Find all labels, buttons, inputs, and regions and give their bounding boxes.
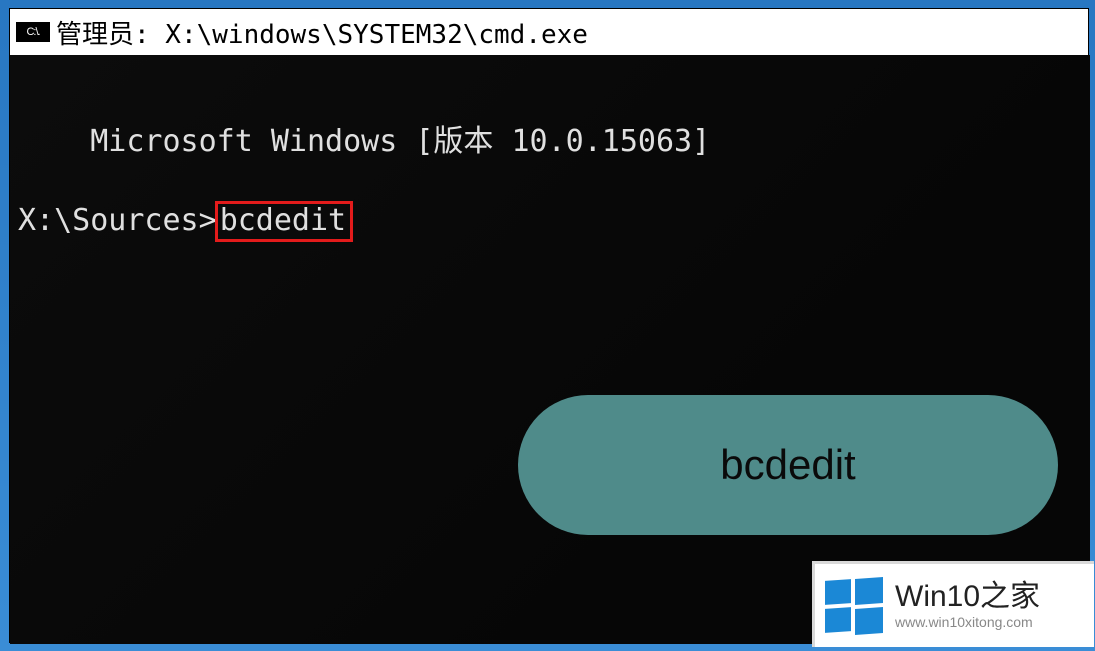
windows-logo-icon (825, 580, 883, 632)
terminal-body[interactable]: Microsoft Windows [版本 10.0.15063] X:\Sou… (10, 55, 1090, 644)
cmd-window: C:\. 管理员: X:\windows\SYSTEM32\cmd.exe Mi… (9, 8, 1089, 643)
watermark-url: www.win10xitong.com (895, 614, 1040, 630)
typed-command: bcdedit (215, 201, 353, 242)
prompt-path: X:\Sources> (18, 203, 217, 238)
windows-version-line: Microsoft Windows [版本 10.0.15063] (90, 124, 710, 159)
window-title: 管理员: X:\windows\SYSTEM32\cmd.exe (56, 14, 588, 51)
cmd-icon: C:\. (16, 22, 50, 42)
title-bar[interactable]: C:\. 管理员: X:\windows\SYSTEM32\cmd.exe (10, 9, 1088, 55)
annotation-label: bcdedit (720, 441, 855, 489)
annotation-pill: bcdedit (518, 395, 1058, 535)
watermark: Win10之家 www.win10xitong.com (812, 561, 1094, 647)
watermark-title: Win10之家 (895, 582, 1040, 612)
